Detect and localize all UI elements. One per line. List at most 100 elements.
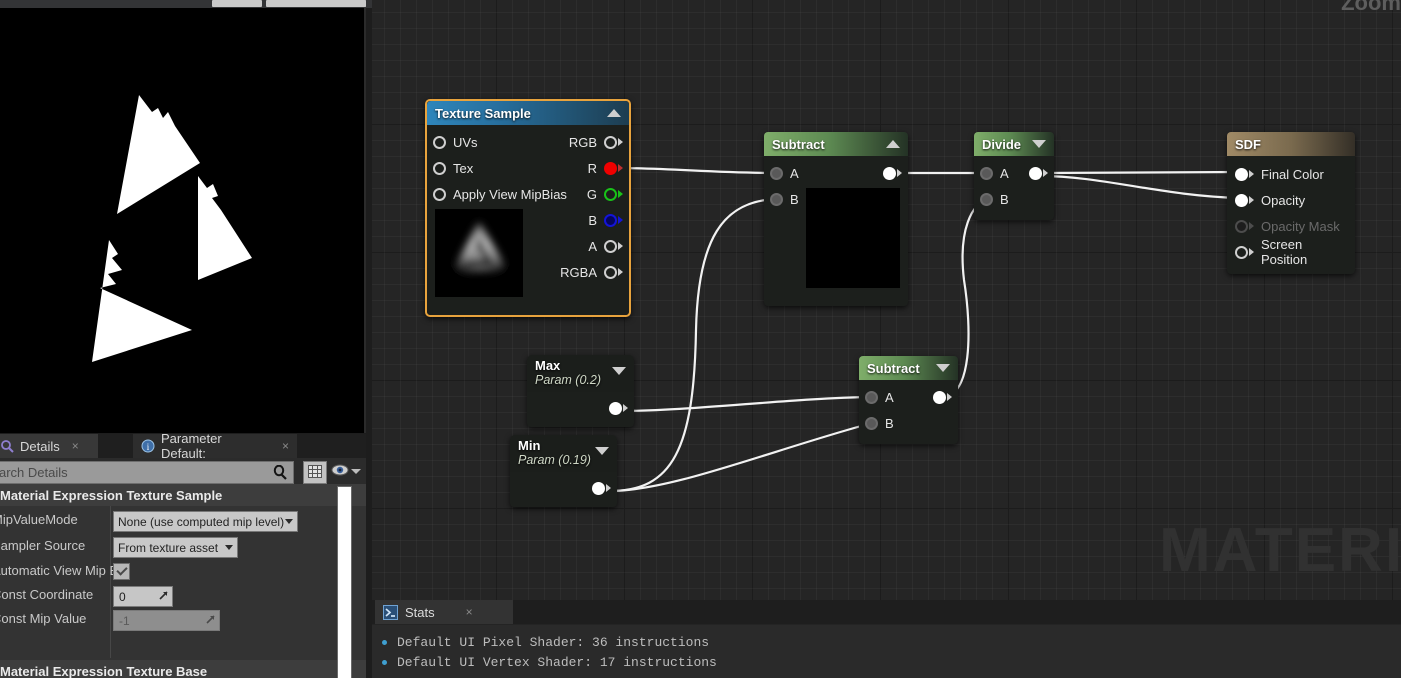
automatic-view-mip-bias-checkbox[interactable] bbox=[113, 563, 130, 580]
node-header-min[interactable]: Min Param (0.19) bbox=[510, 435, 617, 472]
node-min-param[interactable]: Min Param (0.19) bbox=[510, 435, 617, 507]
details-search-row: arch Details bbox=[0, 459, 366, 483]
stats-line-vertex-shader: Default UI Vertex Shader: 17 instruction… bbox=[397, 655, 717, 670]
input-pin-b[interactable] bbox=[770, 193, 783, 206]
tab-details[interactable]: Details × bbox=[0, 434, 98, 458]
output-label-g: G bbox=[587, 187, 597, 202]
pin-row: A bbox=[764, 160, 908, 186]
tab-details-close[interactable]: × bbox=[72, 439, 79, 453]
chevron-down-icon[interactable] bbox=[1032, 140, 1046, 148]
pin-row: Apply View MipBias G bbox=[427, 181, 629, 207]
property-label-sampler-source: Sampler Source bbox=[0, 538, 85, 553]
tab-stats[interactable]: Stats × bbox=[375, 600, 513, 624]
tab-stats-close[interactable]: × bbox=[466, 605, 473, 619]
node-header-subtract-2[interactable]: Subtract bbox=[859, 356, 958, 380]
chevron-down-icon[interactable] bbox=[595, 447, 609, 455]
property-label-automatic-view-mip-bias: Automatic View Mip Bi bbox=[0, 563, 121, 578]
output-pin[interactable] bbox=[592, 482, 605, 495]
input-pin-apply-view-mipbias[interactable] bbox=[433, 188, 446, 201]
output-pin[interactable] bbox=[1029, 167, 1042, 180]
output-pin-g[interactable] bbox=[604, 188, 617, 201]
output-label-r: R bbox=[588, 161, 597, 176]
mipvaluemode-dropdown[interactable]: None (use computed mip level) bbox=[113, 511, 298, 532]
output-pin-r[interactable] bbox=[604, 162, 617, 175]
tab-parameter-defaults-close[interactable]: × bbox=[282, 439, 289, 453]
details-scrollbar-thumb[interactable] bbox=[337, 486, 352, 678]
const-mip-value-input[interactable]: -1 bbox=[113, 610, 220, 631]
input-pin-b[interactable] bbox=[980, 193, 993, 206]
pin-arrow-icon bbox=[606, 484, 611, 492]
output-pin-a[interactable] bbox=[604, 240, 617, 253]
property-row: Automatic View Mip Bi bbox=[0, 559, 366, 584]
tab-parameter-defaults-label: Parameter Default: bbox=[161, 434, 270, 461]
node-subtract-2[interactable]: Subtract A B bbox=[859, 356, 958, 444]
material-editor-window: Details × i Parameter Default: × arch De… bbox=[0, 0, 1401, 678]
input-pin-tex[interactable] bbox=[433, 162, 446, 175]
input-pin-screen-position[interactable] bbox=[1235, 246, 1248, 259]
node-header-texture-sample[interactable]: Texture Sample bbox=[427, 101, 629, 125]
material-graph-canvas[interactable]: Zoom MATERIAL bbox=[372, 0, 1401, 678]
node-body: A B bbox=[764, 156, 908, 306]
input-pin-a[interactable] bbox=[980, 167, 993, 180]
input-pin-opacity-mask[interactable] bbox=[1235, 220, 1248, 233]
visibility-button[interactable] bbox=[331, 463, 349, 482]
details-tabbar: Details × i Parameter Default: × bbox=[0, 434, 366, 458]
node-body bbox=[510, 472, 617, 507]
input-pin-opacity[interactable] bbox=[1235, 194, 1248, 207]
output-label-a: A bbox=[588, 239, 597, 254]
node-sdf-output[interactable]: SDF Final Color Opacity Opacity Mask bbox=[1227, 132, 1355, 274]
input-label-tex: Tex bbox=[453, 161, 473, 176]
node-header-sdf[interactable]: SDF bbox=[1227, 132, 1355, 156]
input-pin-a[interactable] bbox=[770, 167, 783, 180]
node-header-max[interactable]: Max Param (0.2) bbox=[527, 355, 634, 392]
node-subtract-1[interactable]: Subtract A B bbox=[764, 132, 908, 306]
node-max-param[interactable]: Max Param (0.2) bbox=[527, 355, 634, 427]
details-section-header: Material Expression Texture Sample bbox=[0, 484, 366, 506]
output-pin-rgba[interactable] bbox=[604, 266, 617, 279]
chevron-down-icon[interactable] bbox=[612, 367, 626, 375]
grid-view-button[interactable] bbox=[303, 461, 327, 484]
sampler-source-dropdown[interactable]: From texture asset bbox=[113, 537, 238, 558]
input-pin-a[interactable] bbox=[865, 391, 878, 404]
input-label-a: A bbox=[1000, 166, 1009, 181]
input-label-uvs: UVs bbox=[453, 135, 478, 150]
input-pin-final-color[interactable] bbox=[1235, 168, 1248, 181]
chevron-down-icon[interactable] bbox=[936, 364, 950, 372]
pin-row: Opacity Mask bbox=[1227, 213, 1355, 239]
pin-arrow-icon bbox=[618, 190, 623, 198]
chevron-down-icon[interactable] bbox=[351, 469, 361, 474]
input-pin-b[interactable] bbox=[865, 417, 878, 430]
tab-stats-label: Stats bbox=[405, 605, 435, 620]
node-body bbox=[527, 392, 634, 427]
node-header-divide[interactable]: Divide bbox=[974, 132, 1054, 156]
node-body: UVs RGB Tex R Apply View MipBias bbox=[427, 125, 629, 315]
pin-row: B bbox=[859, 410, 958, 436]
node-title: Subtract bbox=[772, 137, 886, 152]
chevron-down-icon bbox=[225, 545, 233, 550]
search-input[interactable]: arch Details bbox=[0, 461, 294, 484]
stats-tabbar: Stats × bbox=[372, 600, 1401, 624]
node-body: Final Color Opacity Opacity Mask Screen … bbox=[1227, 156, 1355, 274]
const-coordinate-input[interactable]: 0 bbox=[113, 586, 173, 607]
output-pin-rgb[interactable] bbox=[604, 136, 617, 149]
pin-row: B bbox=[427, 207, 629, 233]
node-divide[interactable]: Divide A B bbox=[974, 132, 1054, 220]
property-row: MipValueMode None (use computed mip leve… bbox=[0, 508, 366, 533]
input-pin-uvs[interactable] bbox=[433, 136, 446, 149]
sdf-preview-shape bbox=[0, 8, 366, 433]
sampler-source-value: From texture asset bbox=[118, 541, 218, 555]
chevron-up-icon[interactable] bbox=[607, 109, 621, 117]
output-pin-b[interactable] bbox=[604, 214, 617, 227]
output-pin[interactable] bbox=[933, 391, 946, 404]
bullet-icon bbox=[382, 640, 387, 645]
pin-arrow-icon bbox=[947, 393, 952, 401]
material-preview-viewport[interactable] bbox=[0, 8, 366, 433]
input-label-opacity-mask: Opacity Mask bbox=[1261, 219, 1340, 234]
node-header-subtract-1[interactable]: Subtract bbox=[764, 132, 908, 156]
tab-parameter-defaults[interactable]: i Parameter Default: × bbox=[133, 434, 297, 458]
output-pin[interactable] bbox=[609, 402, 622, 415]
chevron-up-icon[interactable] bbox=[886, 140, 900, 148]
node-texture-sample[interactable]: Texture Sample UVs RGB Tex R bbox=[425, 99, 631, 317]
output-pin[interactable] bbox=[883, 167, 896, 180]
pin-arrow-icon bbox=[1249, 196, 1254, 204]
